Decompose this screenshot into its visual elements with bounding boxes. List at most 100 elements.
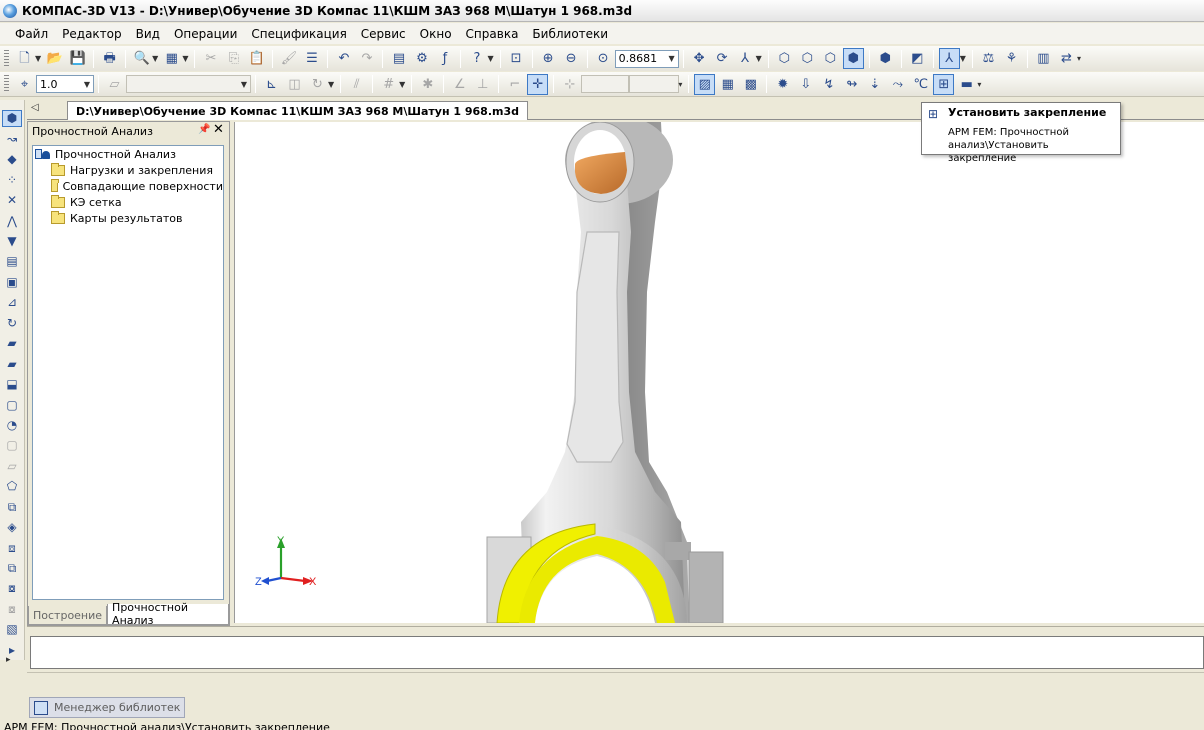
chevron-down-icon[interactable]: ▼ <box>399 80 405 89</box>
snap-point-icon[interactable]: ✱ <box>417 74 438 95</box>
fem-temperature-icon[interactable]: ℃ <box>910 74 931 95</box>
rotate-icon[interactable]: ⟳ <box>712 48 733 69</box>
spec-icon[interactable]: ☰ <box>301 48 322 69</box>
zoom-in-icon[interactable]: ⊕ <box>538 48 559 69</box>
angle-icon[interactable]: ∠ <box>449 74 470 95</box>
tree-item-coincident-surfaces[interactable]: Совпадающие поверхности <box>33 178 223 194</box>
zoom-window-icon[interactable]: ⊡ <box>506 48 527 69</box>
fem-pressure-icon[interactable]: ↬ <box>841 74 862 95</box>
undo-icon[interactable]: ↶ <box>333 48 354 69</box>
fem-results-icon[interactable]: ▩ <box>740 74 761 95</box>
tree-item-result-maps[interactable]: Карты результатов <box>33 210 223 226</box>
chevron-down-icon[interactable]: ▼ <box>756 54 762 63</box>
pin-icon[interactable]: 📌 <box>198 124 210 135</box>
grid-icon[interactable]: # <box>378 74 399 95</box>
model-viewport[interactable]: Y X Z <box>234 116 1204 624</box>
set-fixture-icon[interactable]: ⊞ <box>933 73 955 95</box>
chevron-down-icon[interactable]: ▼ <box>152 54 158 63</box>
fem-material-icon[interactable]: ▬ <box>956 74 977 95</box>
zoom-out-icon[interactable]: ⊖ <box>561 48 582 69</box>
fem-analysis-icon[interactable]: ▧ <box>2 621 22 637</box>
function-icon[interactable]: ƒ <box>434 48 455 69</box>
measure-icon[interactable]: ⚖ <box>978 48 999 69</box>
fem-gravity-icon[interactable]: ⤳ <box>887 74 908 95</box>
coord-x-field[interactable] <box>581 75 630 93</box>
fem-force-icon[interactable]: ⇩ <box>795 74 816 95</box>
tree-item-fe-mesh[interactable]: КЭ сетка <box>33 194 223 210</box>
menu-view[interactable]: Вид <box>129 27 167 41</box>
thread-icon[interactable]: ⧇ <box>2 601 22 617</box>
chevron-down-icon[interactable]: ▼ <box>182 54 188 63</box>
snap-toggle-icon[interactable]: ✛ <box>527 73 549 95</box>
snap-icon[interactable]: ↻ <box>307 74 328 95</box>
hidden-lines-icon[interactable]: ⬡ <box>797 48 818 69</box>
refresh-icon[interactable]: ⇄ <box>1056 48 1077 69</box>
perspective-icon[interactable]: ◩ <box>907 48 928 69</box>
wireframe-icon[interactable]: ⬡ <box>774 48 795 69</box>
connecting-rod-model[interactable]: Y X Z <box>235 116 1204 624</box>
edit-details-icon[interactable]: ⬢ <box>2 110 22 127</box>
help-icon[interactable]: ? <box>466 48 487 69</box>
local-cs-icon[interactable]: ⊾ <box>261 74 282 95</box>
fillet-icon[interactable]: ◔ <box>2 417 22 433</box>
chevron-down-icon[interactable]: ▼ <box>487 54 493 63</box>
style-combo[interactable]: ▼ <box>126 75 251 93</box>
shaded-icon[interactable]: ⬢ <box>842 48 864 69</box>
paste-icon[interactable]: 📋 <box>246 48 267 69</box>
shaded-edges-icon[interactable]: ⬢ <box>875 48 896 69</box>
panel-splitter[interactable] <box>27 626 1204 633</box>
menu-operations[interactable]: Операции <box>167 27 244 41</box>
coord-y-field[interactable] <box>629 75 680 93</box>
chevron-down-icon[interactable]: ▼ <box>241 80 247 89</box>
tree-root[interactable]: Прочностной Анализ <box>33 146 223 162</box>
chevron-down-icon[interactable]: ▼ <box>960 54 966 63</box>
cut-icon[interactable]: ✂ <box>200 48 221 69</box>
fem-panel-icon[interactable]: ▨ <box>694 73 716 95</box>
chevron-down-icon[interactable]: ▼ <box>35 54 41 63</box>
fem-mode-icon[interactable]: ⅄ <box>938 48 960 69</box>
surface-icon[interactable]: ⧇ <box>2 580 22 596</box>
sheet-metal-icon[interactable]: ▣ <box>2 274 22 290</box>
save-icon[interactable]: 💾 <box>67 48 88 69</box>
toolbar-overflow-icon[interactable]: ▾ <box>678 80 682 89</box>
plane-icon[interactable]: ⫽ <box>346 74 367 95</box>
hole-icon[interactable]: ⬠ <box>2 478 22 494</box>
close-icon[interactable]: ✕ <box>213 122 224 137</box>
document-tab[interactable]: D:\Унивеp\Обучение 3D Компас 11\КШМ ЗАЗ … <box>67 101 528 120</box>
tree-item-loads[interactable]: Нагрузки и закрепления <box>33 162 223 178</box>
toolbar-grip[interactable] <box>4 49 9 68</box>
fem-mesh-icon[interactable]: ▦ <box>717 74 738 95</box>
menu-editor[interactable]: Редактор <box>55 27 128 41</box>
shell-icon[interactable]: ▢ <box>2 396 22 412</box>
orient-icon[interactable]: ◫ <box>284 74 305 95</box>
zoom-scale-icon[interactable]: ⊙ <box>593 48 614 69</box>
print-preview-icon[interactable]: 🔍 <box>131 48 152 69</box>
copy-icon[interactable]: ⎘ <box>223 48 244 69</box>
cut-extrude-icon[interactable]: ▰ <box>2 355 22 371</box>
expand-arrow-icon[interactable]: ▸ <box>6 655 11 665</box>
toolbar-overflow-icon[interactable]: ▾ <box>977 80 981 89</box>
library-icon[interactable]: ⚙ <box>411 48 432 69</box>
expand-arrow-icon[interactable]: ▸ <box>2 642 22 658</box>
spec-objects-icon[interactable]: ▤ <box>2 253 22 269</box>
manager-icon[interactable]: ▤ <box>388 48 409 69</box>
toolbar-overflow-icon[interactable]: ▾ <box>1077 54 1081 63</box>
step-combo[interactable]: 1.0 ▼ <box>36 75 94 93</box>
pattern-icon[interactable]: ⧉ <box>2 560 22 576</box>
properties-panel[interactable] <box>30 636 1204 669</box>
pan-icon[interactable]: ✥ <box>689 48 710 69</box>
thin-lines-icon[interactable]: ⬡ <box>820 48 841 69</box>
axis-snap-icon[interactable]: ⊥ <box>472 74 493 95</box>
menu-service[interactable]: Сервис <box>354 27 413 41</box>
measure-tool-icon[interactable]: ↻ <box>2 315 22 331</box>
library-manager-tab[interactable]: Менеджер библиотек <box>29 697 185 718</box>
section-icon[interactable]: ◈ <box>2 519 22 535</box>
rib-icon[interactable]: ▢ <box>2 437 22 453</box>
geometry-icon[interactable]: ◆ <box>2 151 22 167</box>
draft-icon[interactable]: ▱ <box>2 458 22 474</box>
fem-settings-icon[interactable]: ✹ <box>772 74 793 95</box>
tab-construction[interactable]: Построение <box>28 606 108 625</box>
chevron-down-icon[interactable]: ▼ <box>668 54 674 63</box>
sketch-icon[interactable]: ↝ <box>2 131 22 147</box>
ortho-icon[interactable]: ⌐ <box>504 74 525 95</box>
